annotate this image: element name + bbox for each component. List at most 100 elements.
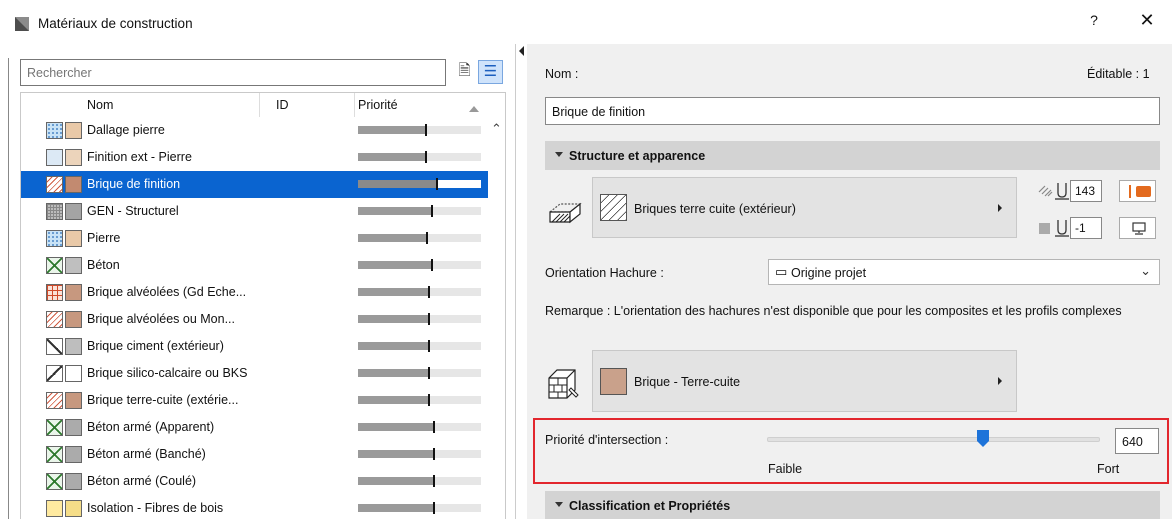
priority-bar-marker: [425, 232, 428, 244]
close-button[interactable]: ✕: [1137, 10, 1157, 34]
fill-pattern-swatch: [46, 446, 63, 463]
hatch-swatch: [600, 194, 627, 221]
list-item[interactable]: Brique silico-calcaire ou BKS: [21, 360, 488, 387]
priority-bar-marker: [428, 313, 431, 325]
fill-pattern-swatch: [46, 365, 63, 382]
background-pen-icon: [1039, 220, 1069, 237]
list-view-icon[interactable]: ☰: [478, 60, 503, 84]
priority-bar-marker: [424, 151, 427, 163]
list-item[interactable]: Finition ext - Pierre: [21, 144, 488, 171]
surface-color-swatch: [65, 365, 82, 382]
material-name: Brique silico-calcaire ou BKS: [87, 366, 248, 380]
list-item[interactable]: Brique de finition: [21, 171, 488, 198]
list-item[interactable]: Brique alvéolées (Gd Eche...: [21, 279, 488, 306]
material-name: Béton: [87, 258, 120, 272]
window-title: Matériaux de construction: [38, 16, 193, 31]
material-name: Isolation - Fibres de bois: [87, 501, 224, 515]
name-field[interactable]: Brique de finition: [545, 97, 1160, 125]
highlight-box: [533, 418, 1169, 484]
surface-color-swatch: [65, 284, 82, 301]
surface-color-swatch: [65, 446, 82, 463]
table-header: Nom ID Priorité: [21, 93, 505, 117]
surface-color-swatch: [65, 473, 82, 490]
collapse-triangle-icon: [555, 502, 563, 507]
priority-bar-fill: [358, 450, 435, 458]
cut-fill-name: Briques terre cuite (extérieur): [634, 202, 796, 216]
material-name: Pierre: [87, 231, 121, 245]
priority-bar-fill: [358, 180, 437, 188]
priority-bar: [358, 232, 481, 244]
pen-color-chip: [1136, 186, 1151, 197]
surface-color-swatch: [65, 230, 82, 247]
surface-selector[interactable]: Brique - Terre-cuite: [592, 350, 1017, 412]
list-item[interactable]: Brique ciment (extérieur): [21, 333, 488, 360]
background-pen-button[interactable]: [1119, 217, 1156, 239]
list-item[interactable]: Dallage pierre: [21, 117, 488, 144]
section-classification-properties[interactable]: Classification et Propriétés: [545, 491, 1160, 519]
search-input[interactable]: [20, 59, 446, 86]
scroll-up-icon[interactable]: ⌃: [491, 122, 503, 135]
surface-name: Brique - Terre-cuite: [634, 375, 741, 389]
column-id[interactable]: ID: [276, 98, 289, 112]
orientation-dropdown[interactable]: ▭ Origine projet ⌄: [768, 259, 1160, 285]
background-pen-number[interactable]: -1: [1070, 217, 1102, 239]
help-button[interactable]: ?: [1084, 12, 1104, 34]
column-name[interactable]: Nom: [87, 98, 113, 112]
material-name: Finition ext - Pierre: [87, 150, 192, 164]
fill-pattern-swatch: [46, 338, 63, 355]
priority-bar-marker: [430, 259, 433, 271]
submenu-arrow-icon: [998, 377, 1002, 385]
surface-color-swatch: [65, 392, 82, 409]
surface-material-icon: [548, 369, 579, 399]
sort-ascending-icon[interactable]: [469, 106, 479, 112]
priority-bar: [358, 259, 481, 271]
list-item[interactable]: Béton: [21, 252, 488, 279]
fill-pen-number[interactable]: 143: [1070, 180, 1102, 202]
cut-fill-selector[interactable]: Briques terre cuite (extérieur): [592, 177, 1017, 238]
list-item[interactable]: Brique terre-cuite (extérie...: [21, 387, 488, 414]
priority-bar-marker: [428, 367, 431, 379]
fill-pen-color-button[interactable]: [1119, 180, 1156, 202]
surface-color-swatch: [65, 149, 82, 166]
remark-text: Remarque : L'orientation des hachures n'…: [545, 304, 1122, 318]
surface-color-swatch: [65, 419, 82, 436]
fill-pattern-swatch: [46, 176, 63, 193]
priority-bar: [358, 178, 481, 190]
fill-pattern-swatch: [46, 500, 63, 517]
fill-pattern-swatch: [46, 284, 63, 301]
priority-bar-marker: [430, 205, 433, 217]
priority-bar: [358, 286, 481, 298]
fill-pattern-swatch: [46, 311, 63, 328]
list-item[interactable]: Isolation - Fibres de bois: [21, 495, 488, 519]
priority-bar-marker: [428, 340, 431, 352]
pane-divider[interactable]: [515, 44, 516, 519]
section-structure-appearance[interactable]: Structure et apparence: [545, 141, 1160, 170]
priority-bar-fill: [358, 342, 430, 350]
priority-bar: [358, 421, 481, 433]
list-item[interactable]: Béton armé (Coulé): [21, 468, 488, 495]
material-name: Brique ciment (extérieur): [87, 339, 224, 353]
tree-view-icon[interactable]: 🗎: [452, 60, 477, 84]
surface-color-swatch: [65, 122, 82, 139]
pen-color-bar: [1129, 185, 1131, 198]
collapse-arrow-icon[interactable]: [519, 46, 524, 56]
surface-color-swatch: [65, 176, 82, 193]
column-priority[interactable]: Priorité: [358, 98, 398, 112]
priority-input[interactable]: 640: [1115, 428, 1159, 454]
priority-bar-marker: [433, 421, 436, 433]
priority-bar-fill: [358, 396, 430, 404]
material-name: GEN - Structurel: [87, 204, 179, 218]
app-icon: [15, 17, 29, 31]
fill-pattern-swatch: [46, 149, 63, 166]
submenu-arrow-icon: [998, 203, 1002, 212]
list-item[interactable]: Pierre: [21, 225, 488, 252]
list-item[interactable]: GEN - Structurel: [21, 198, 488, 225]
list-item[interactable]: Béton armé (Apparent): [21, 414, 488, 441]
surface-color-swatch: [65, 257, 82, 274]
list-item[interactable]: Béton armé (Banché): [21, 441, 488, 468]
materials-table: Nom ID Priorité ⌃ Dallage pierre Finition…: [20, 92, 506, 519]
title-bar: Matériaux de construction ? ✕: [0, 0, 1172, 50]
orientation-label: Orientation Hachure :: [545, 266, 664, 280]
list-item[interactable]: Brique alvéolées ou Mon...: [21, 306, 488, 333]
priority-slider[interactable]: [767, 437, 1100, 442]
